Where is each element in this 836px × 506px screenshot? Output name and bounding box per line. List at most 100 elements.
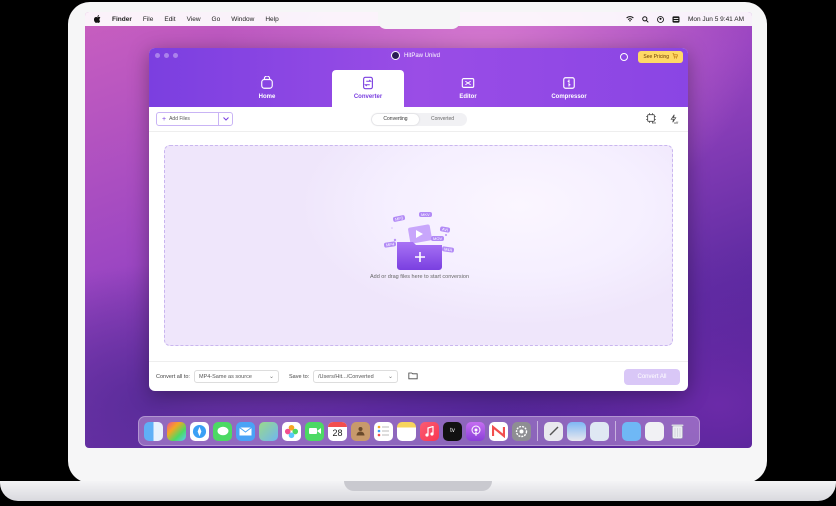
conversion-status-switch: Converting Converted — [371, 113, 467, 126]
segment-converting[interactable]: Converting — [372, 114, 419, 125]
system-preferences-icon[interactable] — [512, 421, 531, 441]
tab-converter-label: Converter — [353, 94, 383, 100]
laptop-base-notch — [344, 481, 492, 491]
add-files-button[interactable]: + Add Files — [157, 113, 218, 125]
photos-icon[interactable] — [282, 421, 301, 441]
add-files-control: + Add Files — [156, 112, 233, 126]
safari-icon[interactable] — [190, 421, 209, 441]
format-tag: MKV — [419, 212, 432, 217]
app-logo-icon — [391, 51, 400, 60]
downloads-folder-icon[interactable] — [622, 421, 641, 441]
launchpad-icon[interactable] — [167, 421, 186, 441]
save-to-label: Save to: — [289, 374, 310, 380]
user-switch-icon[interactable] — [657, 15, 664, 23]
see-pricing-label: See Pricing — [643, 54, 669, 60]
output-format-value: MP4-Same as source — [199, 373, 252, 380]
convert-all-button[interactable]: Convert All — [624, 369, 680, 385]
calendar-day: 28 — [332, 428, 343, 438]
toolbar: + Add Files Converting Converted on off — [149, 107, 688, 132]
chevron-down-icon: ⌄ — [387, 374, 393, 380]
contacts-icon[interactable] — [351, 421, 370, 441]
finder-icon[interactable] — [144, 421, 163, 441]
menu-window[interactable]: Window — [231, 16, 254, 23]
toolbar-icons: on off — [644, 112, 680, 126]
title-bar: HitPaw Univd See Pricing Home Converter … — [149, 48, 688, 107]
main-tabs: Home Converter Editor Compressor — [149, 70, 688, 107]
drop-zone[interactable]: MP3 MKV AVI MP4 MOV M4A Add or drag file… — [164, 145, 673, 346]
music-icon[interactable] — [420, 421, 439, 441]
app-title-text: HitPaw Univd — [404, 52, 441, 59]
app-title: HitPaw Univd — [391, 51, 440, 60]
menu-view[interactable]: View — [187, 16, 201, 23]
segment-converted[interactable]: Converted — [419, 114, 466, 125]
apple-tv-label: tv — [450, 428, 455, 434]
chevron-down-icon — [222, 117, 229, 121]
menu-edit[interactable]: Edit — [164, 16, 175, 23]
editor-icon — [461, 78, 475, 88]
reminders-icon[interactable] — [374, 421, 393, 441]
apple-tv-icon[interactable]: tv — [443, 421, 462, 441]
save-path-select[interactable]: /Users/Hit.../Converted ⌄ — [313, 370, 398, 383]
notes-icon[interactable] — [397, 421, 416, 441]
open-folder-icon[interactable] — [408, 371, 418, 380]
facetime-icon[interactable] — [305, 421, 324, 441]
menu-file[interactable]: File — [143, 16, 153, 23]
save-path-value: /Users/Hit.../Converted — [318, 373, 374, 380]
output-format-select[interactable]: MP4-Same as source ⌄ — [194, 370, 279, 383]
speed-icon[interactable]: off — [666, 112, 680, 126]
dock: 28 tv — [138, 416, 700, 446]
zoom-window-button[interactable] — [173, 53, 178, 58]
tab-editor[interactable]: Editor — [432, 70, 504, 107]
tab-editor-label: Editor — [459, 94, 477, 100]
window-controls — [155, 53, 178, 58]
dock-separator — [537, 421, 538, 441]
plus-icon: + — [162, 115, 167, 123]
hardware-acceleration-badge: on — [651, 120, 657, 125]
close-window-button[interactable] — [155, 53, 160, 58]
drop-zone-hint: Add or drag files here to start conversi… — [369, 274, 470, 280]
speed-badge: off — [673, 119, 679, 125]
messages-icon[interactable] — [213, 421, 232, 441]
chevron-down-icon: ⌄ — [268, 374, 274, 380]
menu-go[interactable]: Go — [212, 16, 221, 23]
mail-icon[interactable] — [236, 421, 255, 441]
spotlight-search-icon[interactable] — [642, 15, 649, 23]
bottom-bar: Convert all to: MP4-Same as source ⌄ Sav… — [149, 361, 688, 391]
camera-notch — [378, 12, 460, 29]
tab-home[interactable]: Home — [231, 70, 303, 107]
menu-help[interactable]: Help — [265, 16, 278, 23]
apple-menu-icon[interactable] — [94, 15, 101, 23]
wifi-icon[interactable] — [626, 16, 634, 22]
see-pricing-button[interactable]: See Pricing — [638, 51, 683, 63]
screenshot-app-icon[interactable] — [567, 421, 586, 441]
hitpaw-window: HitPaw Univd See Pricing Home Converter … — [149, 48, 688, 391]
tab-home-label: Home — [258, 94, 276, 100]
podcasts-icon[interactable] — [466, 421, 485, 441]
minimize-window-button[interactable] — [164, 53, 169, 58]
tab-compressor[interactable]: Compressor — [533, 70, 605, 107]
converter-icon — [363, 76, 373, 90]
dock-separator — [615, 421, 616, 441]
news-icon[interactable] — [489, 421, 508, 441]
window-app-icon[interactable] — [590, 421, 609, 441]
calendar-icon[interactable]: 28 — [328, 421, 347, 441]
home-icon — [261, 76, 273, 89]
menu-bar-clock[interactable]: Mon Jun 5 9:41 AM — [688, 16, 744, 23]
add-files-label: Add Files — [169, 116, 190, 122]
menu-finder[interactable]: Finder — [112, 16, 132, 23]
hardware-acceleration-icon[interactable]: on — [644, 112, 658, 126]
documents-stack-icon[interactable] — [645, 421, 664, 441]
maps-icon[interactable] — [259, 421, 278, 441]
desktop-screen: Finder File Edit View Go Window Help Mon… — [85, 12, 752, 448]
trash-icon[interactable] — [668, 422, 687, 441]
tab-compressor-label: Compressor — [551, 94, 587, 100]
account-icon[interactable] — [620, 53, 629, 61]
preview-icon[interactable] — [544, 421, 563, 441]
compressor-icon — [563, 77, 575, 89]
tab-converter[interactable]: Converter — [332, 70, 404, 107]
cart-icon — [672, 53, 678, 61]
format-tag: MOV — [431, 236, 445, 241]
control-center-icon[interactable] — [672, 15, 680, 23]
add-files-dropdown[interactable] — [218, 113, 232, 125]
title-bar-actions: See Pricing — [620, 51, 683, 63]
